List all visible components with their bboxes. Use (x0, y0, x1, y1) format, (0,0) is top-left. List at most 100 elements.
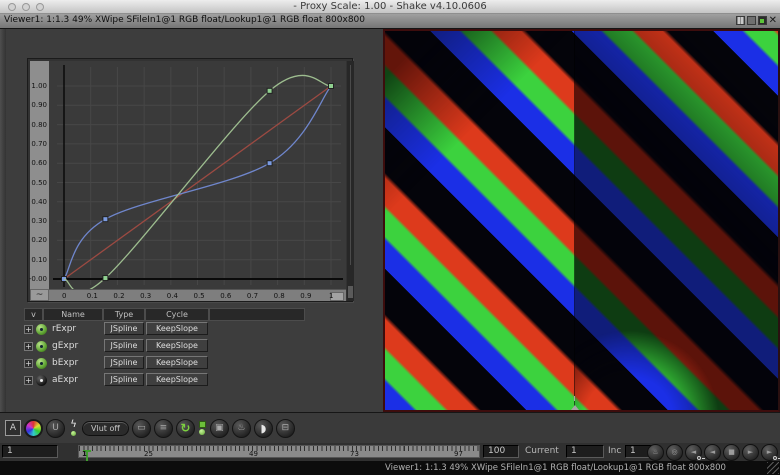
curve-plot-area[interactable] (49, 61, 346, 289)
close-icon[interactable]: ✕ (769, 16, 777, 25)
y-tick-label: 0.50 (31, 179, 47, 187)
buffer-indicator[interactable] (198, 417, 207, 439)
y-tick-label: 0.10 (31, 256, 47, 264)
channel-green-icon[interactable] (758, 16, 767, 25)
cycle-button[interactable]: KeepSlope (146, 373, 208, 386)
flipbook-flame-button[interactable]: ♨ (232, 419, 251, 438)
param-name[interactable]: aExpr (52, 375, 78, 385)
keyframe-point-gExpr (329, 84, 334, 89)
x-tick-label: 0.6 (220, 292, 231, 300)
header-Cycle[interactable]: Cycle (145, 308, 209, 321)
curves-svg (49, 61, 346, 289)
range-end-field[interactable]: 100 (483, 445, 519, 458)
y-axis-strip[interactable]: 1.000.900.800.700.600.500.400.300.200.10… (30, 61, 49, 289)
keyframe-point-gExpr (103, 276, 108, 281)
status-bar: Viewer1: 1:1.3 49% XWipe SFileIn1@1 RGB … (0, 461, 780, 475)
x-tick-label: 0.7 (247, 292, 258, 300)
transport-controls: ♨◎◄◄■►► (647, 443, 778, 461)
vertical-scrollbar[interactable] (347, 61, 354, 301)
cycle-button[interactable]: KeepSlope (146, 356, 208, 369)
table-row-aExpr: + aExpr JSplineKeepSlope (22, 372, 307, 389)
curve-fit-button[interactable]: ~ (30, 289, 49, 301)
refresh-button[interactable]: ↻ (176, 419, 195, 438)
param-name[interactable]: rExpr (52, 324, 76, 334)
expand-icon[interactable]: + (24, 376, 33, 385)
y-tick-label: 0.20 (31, 236, 47, 244)
y-tick-label: 1.00 (31, 82, 47, 90)
range-start-field[interactable]: 1 (2, 445, 58, 458)
table-row-rExpr: + rExpr JSplineKeepSlope (22, 321, 307, 338)
param-name[interactable]: gExpr (52, 341, 78, 351)
table-row-gExpr: + gExpr JSplineKeepSlope (22, 338, 307, 355)
viewer-bar-icons: ✕ (736, 16, 777, 25)
cycle-button[interactable]: KeepSlope (146, 322, 208, 335)
x-tick-label: 0.5 (194, 292, 205, 300)
type-button[interactable]: JSpline (104, 339, 144, 352)
current-label: Current (525, 446, 559, 456)
curve-editor: 1.000.900.800.700.600.500.400.300.200.10… (27, 58, 353, 302)
xwipe-handle-icon[interactable] (571, 405, 579, 410)
current-frame-field[interactable]: 1 (566, 445, 604, 458)
play-reverse-button[interactable]: ◄ (704, 444, 721, 461)
next-key-button[interactable]: ► (761, 444, 778, 461)
expand-icon[interactable]: + (24, 325, 33, 334)
filmgate-button[interactable]: ⊟ (276, 419, 295, 438)
type-button[interactable]: JSpline (104, 373, 144, 386)
resize-grip-icon[interactable] (767, 462, 779, 474)
render-button[interactable]: ◎ (666, 444, 683, 461)
header-Name[interactable]: Name (43, 308, 103, 321)
ruler-frame-label: 73 (350, 450, 359, 458)
y-tick-label: 0.40 (31, 198, 47, 206)
flipbook-button[interactable]: ♨ (647, 444, 664, 461)
visibility-orb-icon[interactable] (36, 341, 47, 352)
thumbnail-icon[interactable] (747, 16, 756, 25)
stop-button[interactable]: ■ (723, 444, 740, 461)
param-name[interactable]: bExpr (52, 358, 78, 368)
timeline-ruler[interactable]: 1 25497397 (78, 445, 480, 458)
x-tick-label: 0.9 (300, 292, 311, 300)
compare-button[interactable]: ≡ (154, 419, 173, 438)
inc-label: Inc (608, 446, 621, 456)
play-forward-button[interactable]: ► (742, 444, 759, 461)
viewer-image[interactable] (385, 31, 778, 410)
viewer-info-text: Viewer1: 1:1.3 49% XWipe SFileIn1@1 RGB … (4, 15, 365, 25)
mask-button[interactable]: ◗ (254, 419, 273, 438)
y-tick-label: 0.70 (31, 140, 47, 148)
panel-splitter[interactable] (0, 29, 6, 412)
x-tick-label: 0.2 (113, 292, 124, 300)
table-header: vNameTypeCycle (22, 308, 307, 321)
vlut-button[interactable]: Vlut off (82, 421, 129, 436)
shake-window: - Proxy Scale: 1.00 - Shake v4.10.0606 V… (0, 0, 780, 475)
header-spacer[interactable] (209, 308, 305, 321)
visibility-orb-icon[interactable] (36, 358, 47, 369)
ruler-frame-label: 25 (144, 450, 153, 458)
x-tick-label: 0.8 (274, 292, 285, 300)
visibility-orb-icon[interactable] (36, 324, 47, 335)
expand-icon[interactable]: + (24, 359, 33, 368)
color-wheel-button[interactable] (24, 419, 43, 438)
expand-icon[interactable]: + (24, 342, 33, 351)
autoplot-button[interactable]: A (5, 420, 21, 436)
cycle-button[interactable]: KeepSlope (146, 339, 208, 352)
type-button[interactable]: JSpline (104, 322, 144, 335)
header-Type[interactable]: Type (103, 308, 145, 321)
type-button[interactable]: JSpline (104, 356, 144, 369)
update-button[interactable]: U (46, 419, 65, 438)
viewer-info-bar[interactable]: Viewer1: 1:1.3 49% XWipe SFileIn1@1 RGB … (0, 14, 780, 29)
frame-button[interactable]: ▭ (132, 419, 151, 438)
x-axis-strip[interactable]: 00.10.20.30.40.50.60.70.80.91 (49, 289, 346, 301)
scrollbar-track (350, 65, 351, 265)
scrollbar-handle[interactable] (348, 286, 353, 298)
visibility-orb-icon[interactable] (36, 375, 47, 386)
flash-indicator[interactable]: ϟ (68, 417, 79, 439)
layout-grid-icon[interactable] (736, 16, 745, 25)
x-tick-label: 0.3 (140, 292, 151, 300)
ruler-frame-label: 97 (454, 450, 463, 458)
header-v[interactable]: v (24, 308, 43, 321)
xwipe-boundary[interactable] (574, 31, 575, 410)
viewer-pane[interactable] (383, 29, 780, 412)
titlebar[interactable]: - Proxy Scale: 1.00 - Shake v4.10.0606 (0, 0, 780, 14)
prev-key-button[interactable]: ◄ (685, 444, 702, 461)
roi-button[interactable]: ▣ (210, 419, 229, 438)
key-badge-icon (697, 456, 701, 460)
